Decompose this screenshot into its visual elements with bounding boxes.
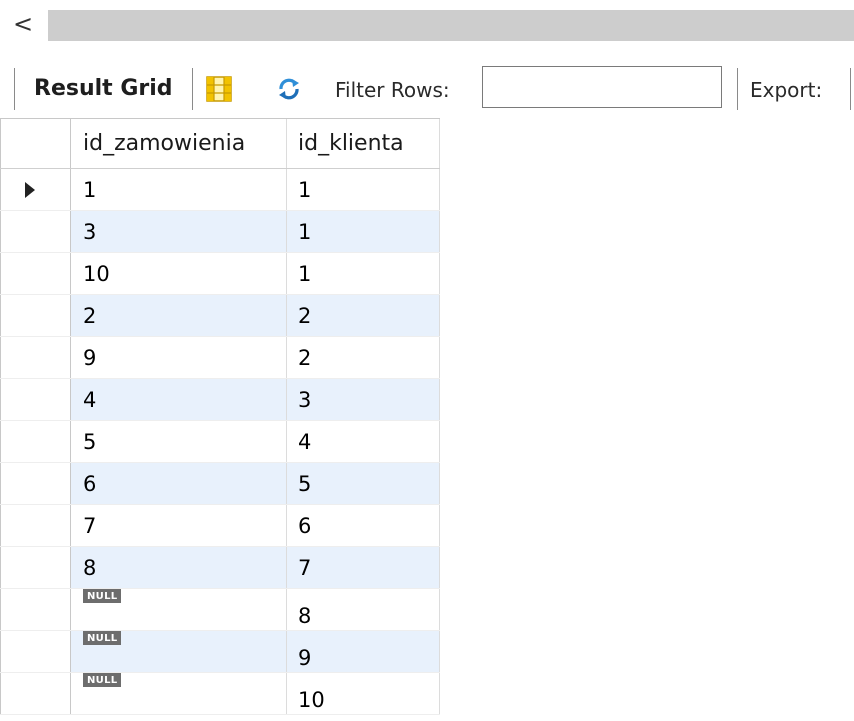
row-header-corner xyxy=(0,119,71,168)
result-grid: id_zamowienia id_klienta 1 1 3 1 10 1 2 2 9 2 4 3 5 4… xyxy=(0,118,440,715)
cell-id-klienta[interactable]: 7 xyxy=(287,547,440,588)
export-label[interactable]: Export: xyxy=(750,78,822,102)
table-row[interactable]: 65 xyxy=(0,463,440,505)
row-selector[interactable] xyxy=(0,589,71,630)
horizontal-scrollbar[interactable]: < xyxy=(0,0,854,46)
row-selector[interactable] xyxy=(0,379,71,420)
cell-id-zamowienia[interactable]: 10 xyxy=(71,253,287,294)
table-row[interactable]: 92 xyxy=(0,337,440,379)
table-row[interactable]: 31 xyxy=(0,211,440,253)
filter-rows-label: Filter Rows: xyxy=(335,78,450,102)
cell-id-klienta[interactable]: 10 xyxy=(287,673,440,714)
column-header-id-klienta[interactable]: id_klienta xyxy=(287,119,440,168)
cell-id-zamowienia[interactable]: 9 xyxy=(71,337,287,378)
cell-id-klienta[interactable]: 2 xyxy=(287,337,440,378)
table-row[interactable]: 43 xyxy=(0,379,440,421)
table-row[interactable]: 22 xyxy=(0,295,440,337)
cell-id-zamowienia[interactable]: 6 xyxy=(71,463,287,504)
toolbar-divider xyxy=(14,68,15,110)
null-badge: NULL xyxy=(83,589,122,603)
cell-id-klienta[interactable]: 1 xyxy=(287,253,440,294)
row-selector[interactable] xyxy=(0,337,71,378)
cell-id-zamowienia[interactable]: 3 xyxy=(71,211,287,252)
table-row[interactable]: NULL 8 xyxy=(0,589,440,631)
table-row[interactable]: 54 xyxy=(0,421,440,463)
cell-id-klienta[interactable]: 4 xyxy=(287,421,440,462)
toolbar-divider xyxy=(850,68,851,110)
table-row[interactable]: NULL 10 xyxy=(0,673,440,715)
cell-id-klienta[interactable]: 1 xyxy=(287,211,440,252)
cell-id-zamowienia[interactable]: NULL xyxy=(71,673,287,714)
table-row[interactable]: NULL 9 xyxy=(0,631,440,673)
cell-id-zamowienia[interactable]: NULL xyxy=(71,631,287,672)
cell-id-klienta[interactable]: 3 xyxy=(287,379,440,420)
row-selector[interactable] xyxy=(0,505,71,546)
cell-id-klienta[interactable]: 5 xyxy=(287,463,440,504)
scrollbar-track[interactable] xyxy=(48,10,854,41)
cell-id-zamowienia[interactable]: 7 xyxy=(71,505,287,546)
cell-id-klienta[interactable]: 6 xyxy=(287,505,440,546)
null-badge: NULL xyxy=(83,673,122,687)
cell-id-zamowienia[interactable]: 2 xyxy=(71,295,287,336)
row-selector[interactable] xyxy=(0,463,71,504)
cell-id-klienta[interactable]: 1 xyxy=(287,169,440,210)
chevron-left-icon: < xyxy=(12,10,34,38)
grid-header-row: id_zamowienia id_klienta xyxy=(0,119,440,169)
table-row[interactable]: 11 xyxy=(0,169,440,211)
cell-id-zamowienia[interactable]: NULL xyxy=(71,589,287,630)
column-header-id-zamowienia[interactable]: id_zamowienia xyxy=(71,119,287,168)
table-row[interactable]: 10 1 xyxy=(0,253,440,295)
table-row[interactable]: 76 xyxy=(0,505,440,547)
cell-id-klienta[interactable]: 2 xyxy=(287,295,440,336)
scroll-left-button[interactable]: < xyxy=(6,8,40,40)
null-badge: NULL xyxy=(83,631,122,645)
row-selector[interactable] xyxy=(0,211,71,252)
cell-id-klienta[interactable]: 9 xyxy=(287,631,440,672)
cell-id-klienta[interactable]: 8 xyxy=(287,589,440,630)
row-selector[interactable] xyxy=(0,253,71,294)
row-selector[interactable] xyxy=(0,295,71,336)
row-selector[interactable] xyxy=(0,421,71,462)
toolbar-divider xyxy=(192,68,193,110)
current-row-pointer-icon xyxy=(25,182,35,198)
filter-rows-input[interactable] xyxy=(482,66,722,108)
row-selector[interactable] xyxy=(0,547,71,588)
cell-id-zamowienia[interactable]: 4 xyxy=(71,379,287,420)
cell-id-zamowienia[interactable]: 8 xyxy=(71,547,287,588)
row-selector[interactable] xyxy=(0,169,71,210)
toolbar-divider xyxy=(737,68,738,110)
row-selector[interactable] xyxy=(0,631,71,672)
cell-id-zamowienia[interactable]: 5 xyxy=(71,421,287,462)
result-toolbar: Result Grid Filter Rows: Export: xyxy=(0,62,854,114)
cell-id-zamowienia[interactable]: 1 xyxy=(71,169,287,210)
result-grid-tab[interactable]: Result Grid xyxy=(34,76,173,101)
row-selector[interactable] xyxy=(0,673,71,714)
refresh-icon[interactable] xyxy=(277,77,301,101)
grid-layout-icon[interactable] xyxy=(206,76,232,102)
table-row[interactable]: 87 xyxy=(0,547,440,589)
